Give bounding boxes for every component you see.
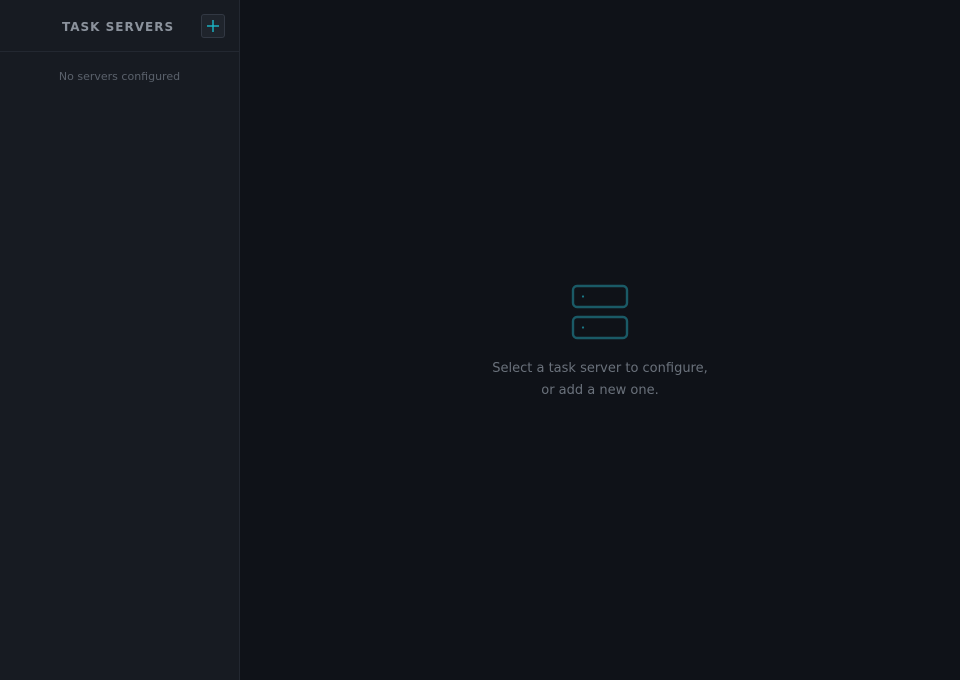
plus-icon [207,20,219,32]
empty-state-text: Select a task server to configure, or ad… [492,358,708,402]
sidebar-title: TASK SERVERS [62,20,175,34]
empty-state: Select a task server to configure, or ad… [240,284,960,402]
main-panel: Select a task server to configure, or ad… [240,0,960,680]
empty-state-line-2: or add a new one. [541,383,659,398]
sidebar: TASK SERVERS No servers configured [0,0,240,680]
add-server-button[interactable] [201,14,225,38]
server-icon [571,284,629,340]
empty-state-line-1: Select a task server to configure, [492,361,708,376]
sidebar-header: TASK SERVERS [0,0,239,52]
empty-server-list-message: No servers configured [58,70,181,83]
app-window: TASK SERVERS No servers configured Selec… [0,0,960,680]
